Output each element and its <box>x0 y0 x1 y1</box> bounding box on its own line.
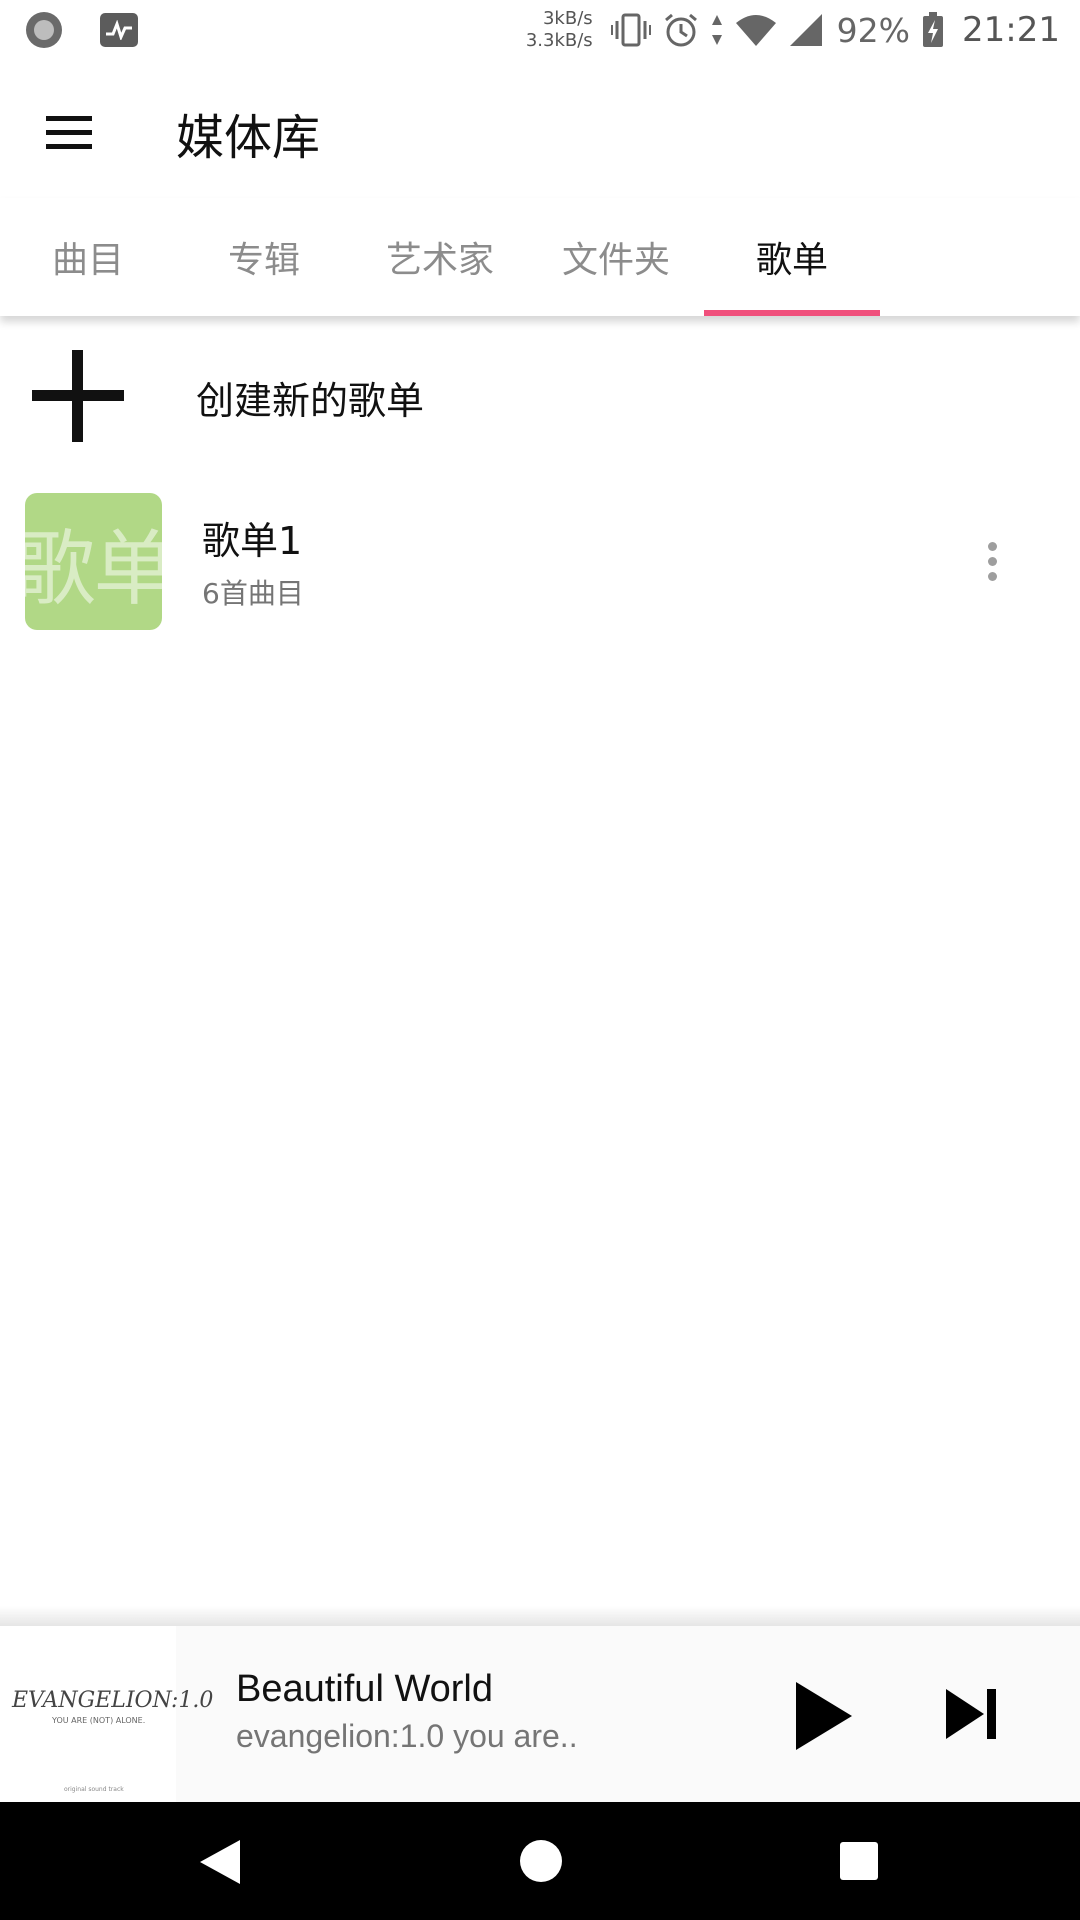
create-playlist-label: 创建新的歌单 <box>196 379 425 423</box>
hamburger-menu-icon[interactable] <box>36 100 100 164</box>
play-icon[interactable] <box>788 1676 858 1756</box>
recents-square-icon[interactable] <box>840 1842 878 1880</box>
tab-folders[interactable]: 文件夹 <box>528 198 704 316</box>
vibrate-icon <box>610 13 651 47</box>
library-tabs: 曲目 专辑 艺术家 文件夹 歌单 <box>0 198 1080 316</box>
page-title: 媒体库 <box>176 110 321 166</box>
more-vert-icon[interactable] <box>972 520 1012 602</box>
alarm-icon <box>663 12 699 48</box>
now-playing-shadow <box>0 1606 1080 1626</box>
clock: 21:21 <box>962 10 1060 50</box>
playlist-name: 歌单1 <box>202 519 303 563</box>
list-item[interactable]: 歌单 歌单1 6首曲目 <box>0 480 1080 640</box>
now-playing-artist: evangelion:1.0 you are.. <box>236 1718 578 1754</box>
signal-icon <box>789 13 823 47</box>
network-speed: 3kB/s 3.3kB/s <box>526 8 593 52</box>
album-art[interactable]: EVANGELION:1.0 YOU ARE (NOT) ALONE. orig… <box>0 1626 213 1802</box>
battery-charging-icon <box>922 12 944 48</box>
network-speed-up: 3kB/s <box>542 8 593 29</box>
plus-icon <box>32 350 124 442</box>
battery-percent: 92% <box>836 10 911 50</box>
tab-playlists[interactable]: 歌单 <box>704 198 880 316</box>
playlist-thumbnail: 歌单 <box>25 493 162 630</box>
playlist-thumbnail-text: 歌单 <box>25 522 162 617</box>
network-speed-down: 3.3kB/s <box>525 30 593 51</box>
album-art-footer: original sound track <box>64 1786 124 1793</box>
home-circle-icon[interactable] <box>520 1840 562 1882</box>
status-bar: 3kB/s 3.3kB/s 92% 21:21 <box>0 0 1080 60</box>
status-notification-icons <box>26 12 138 48</box>
now-playing-bar[interactable]: EVANGELION:1.0 YOU ARE (NOT) ALONE. orig… <box>0 1626 1080 1802</box>
app-bar: 媒体库 <box>0 60 1080 198</box>
album-art-logo: EVANGELION:1.0 <box>12 1688 214 1713</box>
tab-artists[interactable]: 艺术家 <box>352 198 528 316</box>
create-playlist-button[interactable]: 创建新的歌单 <box>0 330 1080 460</box>
system-nav-bar <box>0 1802 1080 1920</box>
data-arrows-icon <box>711 13 723 47</box>
playlist-track-count: 6首曲目 <box>202 577 304 610</box>
album-art-subtitle: YOU ARE (NOT) ALONE. <box>52 1716 146 1725</box>
record-circle-icon <box>26 12 62 48</box>
back-triangle-icon[interactable] <box>198 1838 242 1886</box>
skip-next-icon[interactable] <box>944 1686 1000 1742</box>
wifi-icon <box>735 13 777 47</box>
now-playing-title: Beautiful World <box>236 1668 493 1710</box>
status-system-icons: 3kB/s 3.3kB/s 92% 21:21 <box>526 6 1060 54</box>
tab-albums[interactable]: 专辑 <box>176 198 352 316</box>
activity-icon <box>100 13 138 47</box>
tab-tracks[interactable]: 曲目 <box>0 198 176 316</box>
